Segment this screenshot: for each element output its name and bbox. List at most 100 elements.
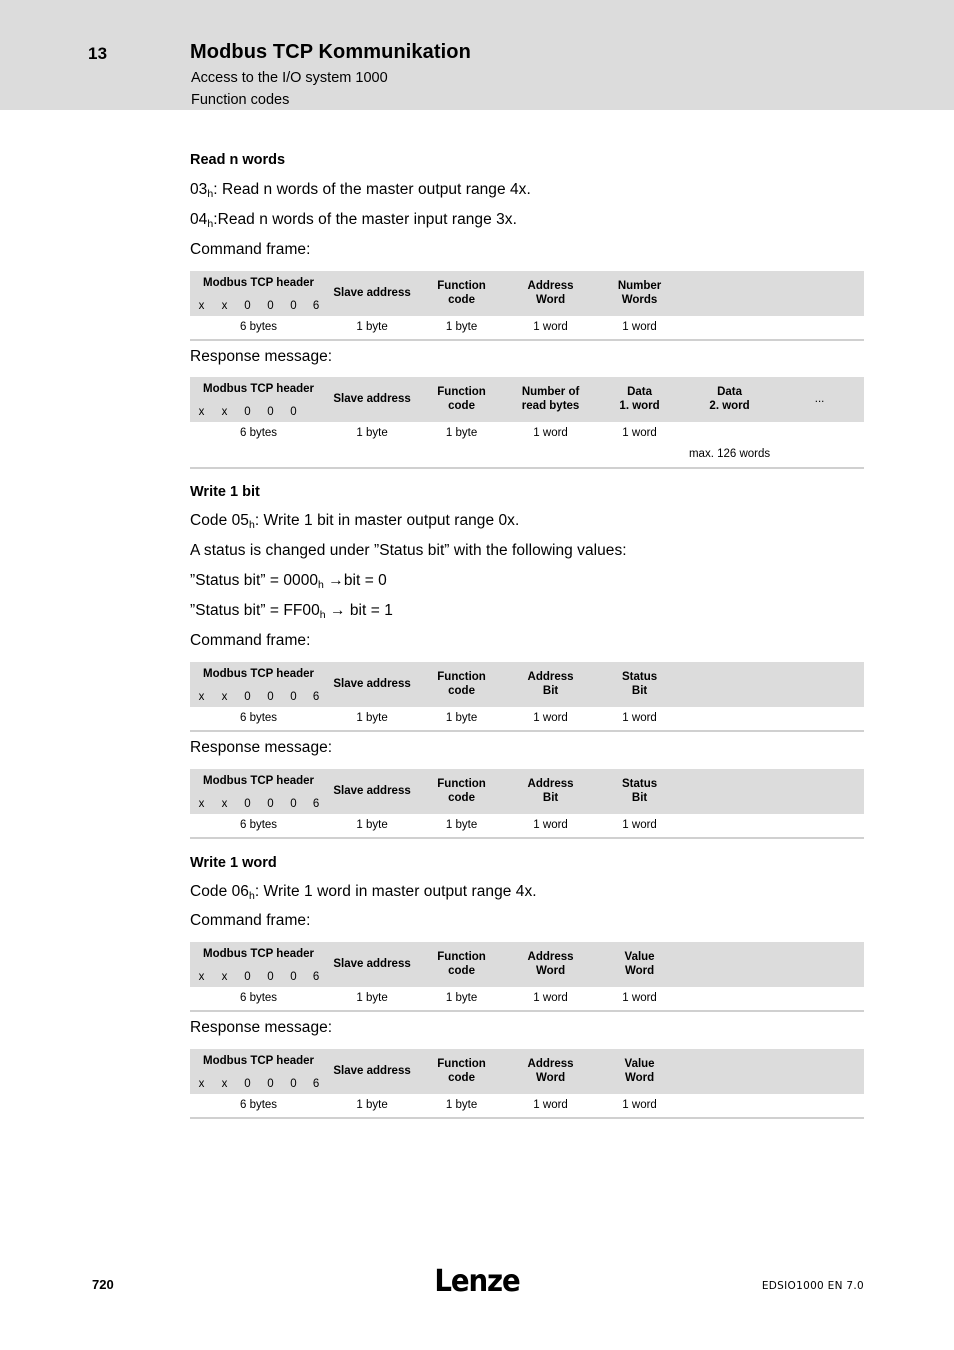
size-status-bit: 1 word [595, 814, 685, 835]
code-04-value: 04 [190, 211, 208, 228]
size-function-code: 1 byte [417, 707, 507, 728]
status-bit-1-prefix: ”Status bit” = FF00 [190, 602, 320, 619]
label-response-message-1: Response message: [190, 348, 333, 365]
paragraph-status-bit-0: ”Status bit” = 0000h →bit = 0 [190, 572, 387, 591]
cell-slave-address: Slave address [327, 271, 418, 316]
cell-blank-trailing [684, 662, 865, 707]
paragraph-code-04h: 04h:Read n words of the master input ran… [190, 211, 517, 230]
size-blank-trailing [684, 316, 865, 337]
size-slave-address: 1 byte [327, 422, 418, 443]
cell-address-word: Address Word [506, 271, 596, 316]
size-blank-trailing [684, 987, 865, 1008]
size-slave-address: 1 byte [327, 316, 418, 337]
table-row-sizes: 6 bytes 1 byte 1 byte 1 word 1 word [190, 707, 865, 728]
status-bit-1-subscript: h [319, 609, 326, 621]
cell-function-code: Function code [417, 377, 507, 422]
extra-blank-header [190, 443, 328, 464]
table-bottom-rule-3 [190, 730, 864, 732]
table-read-response-message: Modbus TCP header Slave address Function… [190, 377, 865, 464]
hex-cell-5: 6 [305, 967, 328, 987]
table-row-header: Modbus TCP header Slave address Function… [190, 942, 865, 987]
table-bottom-rule-4 [190, 837, 864, 839]
size-value-word: 1 word [595, 1094, 685, 1115]
size-data-word-2 [684, 422, 776, 443]
cell-function-code: Function code [417, 662, 507, 707]
hex-cell-2: 0 [236, 296, 259, 316]
label-response-message-3: Response message: [190, 1019, 333, 1036]
cell-slave-address: Slave address [327, 377, 418, 422]
size-slave-address: 1 byte [327, 707, 418, 728]
cell-modbus-tcp-header: Modbus TCP header [190, 662, 328, 687]
size-data-word-1: 1 word [595, 422, 685, 443]
size-number-of-read-bytes: 1 word [506, 422, 596, 443]
paragraph-status-intro: A status is changed under ”Status bit” w… [190, 542, 627, 559]
label-command-frame-3: Command frame: [190, 912, 311, 929]
hex-cell-5: 6 [305, 687, 328, 707]
cell-address-word: Address Word [506, 942, 596, 987]
cell-modbus-tcp-header: Modbus TCP header [190, 942, 328, 967]
hex-cell-2: 0 [236, 1074, 259, 1094]
cell-blank-trailing-2 [775, 1049, 865, 1094]
cell-blank-trailing [684, 271, 865, 316]
label-command-frame-2: Command frame: [190, 632, 311, 649]
hex-cell-1: x [213, 967, 236, 987]
extra-blank-function [417, 443, 507, 464]
table-row-header: Modbus TCP header Slave address Function… [190, 377, 865, 422]
cell-blank-trailing [684, 769, 865, 814]
table-row-header: Modbus TCP header Slave address Function… [190, 271, 865, 316]
hex-cell-3: 0 [259, 687, 282, 707]
extra-blank-slave [327, 443, 418, 464]
size-status-bit: 1 word [595, 707, 685, 728]
table-row-header: Modbus TCP header Slave address Function… [190, 1049, 865, 1094]
size-function-code: 1 byte [417, 1094, 507, 1115]
table-write-word-command-frame: Modbus TCP header Slave address Function… [190, 942, 865, 1008]
section-heading-write-1-word: Write 1 word [190, 855, 277, 871]
size-modbus-header: 6 bytes [190, 422, 328, 443]
extra-note-max-words: max. 126 words [595, 443, 865, 464]
hex-cell-4: 0 [282, 967, 305, 987]
size-number-words: 1 word [595, 316, 685, 337]
hex-cell-5 [305, 402, 328, 422]
cell-blank-trailing [684, 942, 865, 987]
hex-cell-1: x [213, 402, 236, 422]
size-blank-trailing-1 [684, 1094, 776, 1115]
code-06-description: : Write 1 word in master output range 4x… [254, 883, 537, 900]
size-modbus-header: 6 bytes [190, 1094, 328, 1115]
hex-cell-4: 0 [282, 687, 305, 707]
hex-cell-0: x [190, 687, 213, 707]
page-title: Modbus TCP Kommunikation [190, 41, 471, 63]
size-blank-trailing [684, 707, 865, 728]
label-response-message-2: Response message: [190, 739, 333, 756]
size-address-word: 1 word [506, 316, 596, 337]
cell-function-code: Function code [417, 942, 507, 987]
hex-cell-1: x [213, 296, 236, 316]
code-03-description: : Read n words of the master output rang… [213, 181, 531, 198]
size-modbus-header: 6 bytes [190, 987, 328, 1008]
footer-document-id: EDSIO1000 EN 7.0 [761, 1280, 864, 1292]
hex-cell-3: 0 [259, 794, 282, 814]
hex-cell-4: 0 [282, 296, 305, 316]
section-heading-write-1-bit: Write 1 bit [190, 484, 260, 500]
cell-slave-address: Slave address [327, 1049, 418, 1094]
size-modbus-header: 6 bytes [190, 707, 328, 728]
hex-cell-0: x [190, 967, 213, 987]
size-address-word: 1 word [506, 987, 596, 1008]
hex-cell-0: x [190, 402, 213, 422]
hex-cell-5: 6 [305, 1074, 328, 1094]
cell-address-word: Address Word [506, 1049, 596, 1094]
hex-cell-5: 6 [305, 296, 328, 316]
hex-cell-4: 0 [282, 402, 305, 422]
hex-cell-1: x [213, 1074, 236, 1094]
label-command-frame-1: Command frame: [190, 241, 311, 258]
size-address-bit: 1 word [506, 707, 596, 728]
size-slave-address: 1 byte [327, 1094, 418, 1115]
cell-data-word-1: Data 1. word [595, 377, 685, 422]
size-function-code: 1 byte [417, 316, 507, 337]
table-bottom-rule-1 [190, 339, 864, 341]
size-blank-trailing-2 [775, 1094, 865, 1115]
code-06-subscript: h [248, 890, 255, 902]
code-05-description: : Write 1 bit in master output range 0x. [254, 512, 520, 529]
cell-value-word: Value Word [595, 942, 685, 987]
cell-modbus-tcp-header: Modbus TCP header [190, 377, 328, 402]
size-ellipsis [775, 422, 865, 443]
